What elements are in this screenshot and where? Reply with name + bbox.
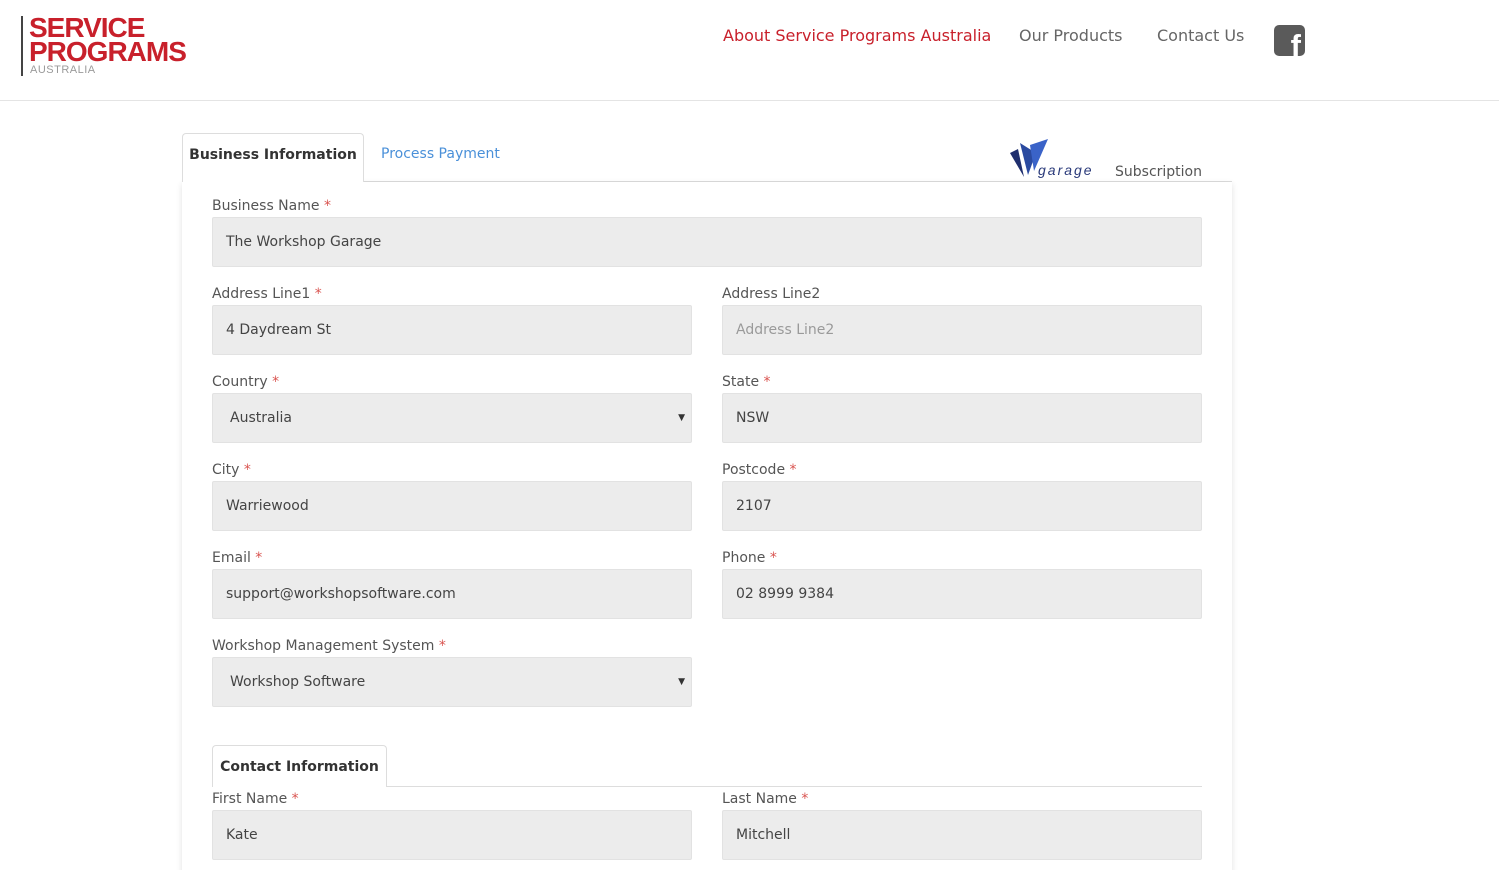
logo-bar <box>21 16 23 76</box>
business-name-input[interactable]: The Workshop Garage <box>212 217 1202 267</box>
state-input[interactable]: NSW <box>722 393 1202 443</box>
phone-input[interactable]: 02 8999 9384 <box>722 569 1202 619</box>
caret-down-icon: ▼ <box>678 413 685 423</box>
address-line2-label: Address Line2 <box>722 286 821 302</box>
logo-text-line2: PROGRAMS <box>29 36 187 67</box>
phone-label: Phone * <box>722 550 777 566</box>
site-header: SERVICE PROGRAMS AUSTRALIA About Service… <box>0 0 1499 101</box>
postcode-input[interactable]: 2107 <box>722 481 1202 531</box>
state-label: State * <box>722 374 771 390</box>
nav-our-products[interactable]: Our Products <box>1019 25 1122 47</box>
postcode-label: Postcode * <box>722 462 797 478</box>
city-label: City * <box>212 462 251 478</box>
last-name-label: Last Name * <box>722 791 809 807</box>
logo-text-line3: AUSTRALIA <box>30 64 96 76</box>
country-selected-value: Australia <box>230 410 292 426</box>
country-label: Country * <box>212 374 280 390</box>
first-name-input[interactable]: Kate <box>212 810 692 860</box>
subscription-label: Subscription <box>1115 164 1202 180</box>
city-input[interactable]: Warriewood <box>212 481 692 531</box>
nav-about[interactable]: About Service Programs Australia <box>723 25 991 47</box>
last-name-input[interactable]: Mitchell <box>722 810 1202 860</box>
first-name-label: First Name * <box>212 791 299 807</box>
address-line1-label: Address Line1 * <box>212 286 322 302</box>
address-line1-input[interactable]: 4 Daydream St <box>212 305 692 355</box>
service-programs-logo[interactable]: SERVICE PROGRAMS AUSTRALIA <box>21 14 201 78</box>
email-input[interactable]: support@workshopsoftware.com <box>212 569 692 619</box>
caret-down-icon: ▼ <box>678 677 685 687</box>
tab-contact-information[interactable]: Contact Information <box>212 745 387 787</box>
wms-label: Workshop Management System * <box>212 638 446 654</box>
wms-select[interactable]: Workshop Software ▼ <box>212 657 692 707</box>
email-label: Email * <box>212 550 263 566</box>
tab-process-payment[interactable]: Process Payment <box>381 143 500 165</box>
business-name-label: Business Name * <box>212 198 331 214</box>
address-line2-input[interactable]: Address Line2 <box>722 305 1202 355</box>
tab-business-information[interactable]: Business Information <box>182 133 364 182</box>
country-select[interactable]: Australia ▼ <box>212 393 692 443</box>
facebook-icon[interactable]: f <box>1274 25 1305 56</box>
garage-logo-text: garage <box>1038 162 1094 178</box>
nav-contact-us[interactable]: Contact Us <box>1157 25 1244 47</box>
wms-selected-value: Workshop Software <box>230 674 366 690</box>
